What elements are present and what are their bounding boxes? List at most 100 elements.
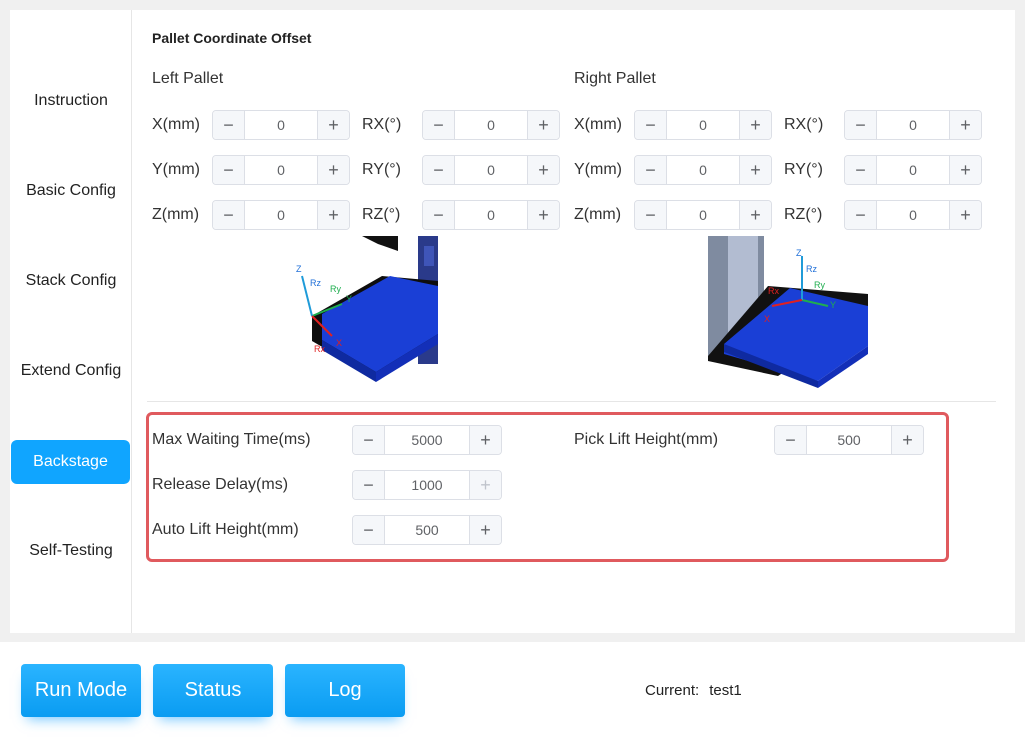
run-mode-button[interactable]: Run Mode	[21, 664, 141, 717]
left-z-stepper: − 0 +	[212, 200, 350, 230]
sidebar-item-instruction[interactable]: Instruction	[11, 79, 131, 123]
sidebar-item-stack-config[interactable]: Stack Config	[11, 259, 131, 303]
left-x-label: X(mm)	[152, 116, 200, 133]
right-z-stepper: − 0 +	[634, 200, 772, 230]
current-indicator: Current: test1	[645, 682, 742, 699]
right-diagram-rx-label: Rx	[768, 286, 779, 296]
right-rz-stepper: − 0 +	[844, 200, 982, 230]
minus-icon[interactable]: −	[423, 111, 455, 139]
minus-icon[interactable]: −	[353, 426, 385, 454]
plus-icon[interactable]: +	[469, 516, 501, 544]
minus-icon[interactable]: −	[423, 201, 455, 229]
content-area: Pallet Coordinate Offset Left Pallet X(m…	[132, 10, 1015, 633]
left-diagram-z-label: Z	[296, 264, 302, 274]
left-ry-stepper: − 0 +	[422, 155, 560, 185]
sidebar: Instruction Basic Config Stack Config Ex…	[10, 10, 132, 633]
main-panel: Instruction Basic Config Stack Config Ex…	[10, 10, 1015, 633]
right-rx-stepper: − 0 +	[844, 110, 982, 140]
plus-icon[interactable]: +	[527, 111, 559, 139]
left-rz-input[interactable]: 0	[455, 201, 527, 229]
plus-icon[interactable]: +	[469, 426, 501, 454]
plus-icon[interactable]: +	[949, 156, 981, 184]
plus-icon[interactable]: +	[739, 201, 771, 229]
left-y-label: Y(mm)	[152, 161, 200, 178]
right-rz-label: RZ(°)	[784, 206, 823, 223]
sidebar-item-basic-config[interactable]: Basic Config	[11, 169, 131, 213]
log-button[interactable]: Log	[285, 664, 405, 717]
minus-icon[interactable]: −	[635, 201, 667, 229]
right-pallet-diagram: Z Rz Ry Y Rx X	[708, 236, 868, 388]
max-waiting-time-stepper: − 5000 +	[352, 425, 502, 455]
release-delay-stepper: − 1000 +	[352, 470, 502, 500]
left-z-label: Z(mm)	[152, 206, 200, 223]
minus-icon[interactable]: −	[845, 156, 877, 184]
auto-lift-height-stepper: − 500 +	[352, 515, 502, 545]
bottom-bar: Run Mode Status Log Current: test1	[0, 642, 1025, 737]
right-x-input[interactable]: 0	[667, 111, 739, 139]
pick-lift-height-input[interactable]: 500	[807, 426, 891, 454]
left-diagram-ry-label: Ry	[330, 284, 341, 294]
left-diagram-rx-label: Rx	[314, 344, 325, 354]
right-ry-input[interactable]: 0	[877, 156, 949, 184]
right-diagram-y-label: Y	[830, 300, 836, 310]
right-diagram-x-label: X	[764, 314, 770, 324]
auto-lift-height-input[interactable]: 500	[385, 516, 469, 544]
minus-icon[interactable]: −	[213, 111, 245, 139]
minus-icon[interactable]: −	[845, 111, 877, 139]
left-diagram-rz-label: Rz	[310, 278, 321, 288]
plus-icon[interactable]: +	[317, 201, 349, 229]
right-rx-input[interactable]: 0	[877, 111, 949, 139]
right-diagram-ry-label: Ry	[814, 280, 825, 290]
plus-icon[interactable]: +	[527, 201, 559, 229]
left-ry-input[interactable]: 0	[455, 156, 527, 184]
plus-icon[interactable]: +	[949, 111, 981, 139]
right-z-input[interactable]: 0	[667, 201, 739, 229]
left-z-input[interactable]: 0	[245, 201, 317, 229]
right-pallet-title: Right Pallet	[574, 70, 656, 87]
minus-icon[interactable]: −	[353, 471, 385, 499]
plus-icon[interactable]: +	[469, 471, 501, 499]
status-button[interactable]: Status	[153, 664, 273, 717]
right-x-label: X(mm)	[574, 116, 622, 133]
left-rx-label: RX(°)	[362, 116, 402, 133]
minus-icon[interactable]: −	[635, 111, 667, 139]
sidebar-item-backstage[interactable]: Backstage	[11, 440, 130, 484]
minus-icon[interactable]: −	[635, 156, 667, 184]
minus-icon[interactable]: −	[775, 426, 807, 454]
sidebar-item-extend-config[interactable]: Extend Config	[11, 349, 131, 393]
right-rx-label: RX(°)	[784, 116, 824, 133]
right-ry-stepper: − 0 +	[844, 155, 982, 185]
minus-icon[interactable]: −	[845, 201, 877, 229]
plus-icon[interactable]: +	[739, 111, 771, 139]
left-pallet-title: Left Pallet	[152, 70, 224, 87]
right-rz-input[interactable]: 0	[877, 201, 949, 229]
minus-icon[interactable]: −	[213, 201, 245, 229]
plus-icon[interactable]: +	[739, 156, 771, 184]
left-y-stepper: − 0 +	[212, 155, 350, 185]
plus-icon[interactable]: +	[891, 426, 923, 454]
sidebar-item-self-testing[interactable]: Self-Testing	[11, 529, 131, 573]
left-y-input[interactable]: 0	[245, 156, 317, 184]
minus-icon[interactable]: −	[423, 156, 455, 184]
right-x-stepper: − 0 +	[634, 110, 772, 140]
right-y-input[interactable]: 0	[667, 156, 739, 184]
minus-icon[interactable]: −	[353, 516, 385, 544]
left-diagram-x-label: X	[336, 338, 342, 348]
max-waiting-time-input[interactable]: 5000	[385, 426, 469, 454]
left-x-stepper: − 0 +	[212, 110, 350, 140]
right-y-stepper: − 0 +	[634, 155, 772, 185]
left-diagram-y-label: Y	[346, 294, 352, 304]
left-rx-input[interactable]: 0	[455, 111, 527, 139]
left-pallet-diagram: Z Rz Ry Y Rx X	[296, 236, 438, 382]
plus-icon[interactable]: +	[527, 156, 559, 184]
right-diagram-z-label: Z	[796, 248, 802, 258]
pick-lift-height-stepper: − 500 +	[774, 425, 924, 455]
plus-icon[interactable]: +	[317, 111, 349, 139]
max-waiting-time-label: Max Waiting Time(ms)	[152, 431, 311, 448]
left-x-input[interactable]: 0	[245, 111, 317, 139]
left-rx-stepper: − 0 +	[422, 110, 560, 140]
release-delay-input[interactable]: 1000	[385, 471, 469, 499]
plus-icon[interactable]: +	[949, 201, 981, 229]
minus-icon[interactable]: −	[213, 156, 245, 184]
plus-icon[interactable]: +	[317, 156, 349, 184]
